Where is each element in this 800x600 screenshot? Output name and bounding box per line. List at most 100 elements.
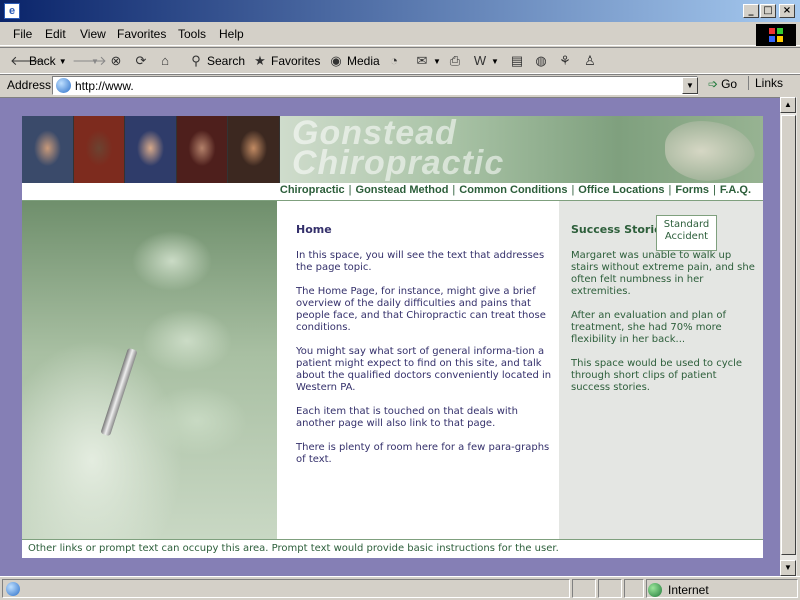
banner-logo-text: Gonstead Chiropractic <box>292 116 505 182</box>
staff-photo-strip <box>22 116 280 183</box>
forward-button[interactable]: 🡒 ▼ <box>72 53 107 69</box>
nav-separator: | <box>348 184 352 196</box>
back-dropdown-icon[interactable]: ▼ <box>59 57 67 66</box>
vertical-scrollbar[interactable]: ▲ ▼ <box>780 97 797 576</box>
forward-dropdown-icon[interactable]: ▼ <box>91 57 99 66</box>
search-icon: ⚲ <box>191 53 201 68</box>
forward-arrow-icon: 🡒 <box>72 53 107 68</box>
nav-separator: | <box>452 184 456 196</box>
nav-office-locations[interactable]: Office Locations <box>578 184 664 196</box>
messenger-icon: ◍ <box>535 53 547 68</box>
menu-help[interactable]: Help <box>219 27 244 41</box>
search-label: Search <box>207 54 246 68</box>
dropdown-item-accident[interactable]: Accident <box>657 231 716 243</box>
address-bar: Address http://www. <box>0 74 800 96</box>
print-button[interactable]: ⎙ <box>447 53 463 69</box>
address-dropdown-button[interactable]: ▼ <box>682 77 698 94</box>
maximize-button[interactable]: □ <box>760 4 776 18</box>
mail-dropdown-icon[interactable]: ▼ <box>433 57 441 66</box>
go-button[interactable]: ➩ Go <box>708 77 737 91</box>
back-arrow-icon: 🡐 <box>10 53 45 68</box>
discuss-icon: ▤ <box>510 53 524 68</box>
refresh-button[interactable]: ⟳ <box>133 53 149 69</box>
sidebar-title: Success Stories <box>571 223 669 236</box>
discuss-button[interactable]: ▤ <box>509 53 525 69</box>
menu-tools[interactable]: Tools <box>178 27 206 41</box>
back-button[interactable]: 🡐 Back ▼ <box>10 53 67 69</box>
nav-faq[interactable]: F.A.Q. <box>720 184 751 196</box>
main-paragraph: There is plenty of room here for a few p… <box>296 442 550 465</box>
stop-button[interactable]: ⊗ <box>108 53 124 69</box>
story-paragraph: After an evaluation and plan of treatmen… <box>571 310 727 345</box>
status-pane <box>598 579 622 598</box>
face-photo <box>22 116 74 183</box>
edit-dropdown-icon[interactable]: ▼ <box>491 57 499 66</box>
address-input[interactable]: http://www. <box>52 76 698 95</box>
page-icon <box>56 78 71 93</box>
nav-separator: | <box>712 184 716 196</box>
person-button[interactable]: ♙ <box>582 53 598 69</box>
minimize-button[interactable]: _ <box>743 4 759 18</box>
menu-edit[interactable]: Edit <box>45 27 66 41</box>
scroll-thumb[interactable] <box>781 115 796 555</box>
menu-favorites[interactable]: Favorites <box>117 27 166 41</box>
main-paragraph: The Home Page, for instance, might give … <box>296 286 546 333</box>
search-button[interactable]: ⚲ Search <box>188 53 245 69</box>
media-button[interactable]: ◉ Media <box>328 53 380 69</box>
back-label: Back <box>29 54 56 68</box>
favorites-button[interactable]: ★ Favorites <box>252 53 320 69</box>
menu-bar: File Edit View Favorites Tools Help <box>0 22 800 46</box>
favorites-icon: ★ <box>254 53 266 68</box>
scroll-down-button[interactable]: ▼ <box>780 560 796 576</box>
hands-image <box>665 121 755 181</box>
page-title: Home <box>296 223 332 236</box>
edit-button[interactable]: W ▼ <box>472 53 499 69</box>
links-button[interactable]: Links <box>748 76 783 90</box>
footer-text: Other links or prompt text can occupy th… <box>28 543 559 554</box>
success-stories-panel: Success Stories Margaret was unable to w… <box>559 201 763 539</box>
media-label: Media <box>347 54 380 68</box>
face-photo <box>125 116 177 183</box>
mail-button[interactable]: ✉ ▼ <box>414 53 441 69</box>
nav-chiropractic[interactable]: Chiropractic <box>280 184 345 196</box>
pen-image <box>100 347 138 437</box>
nav-gonstead-method[interactable]: Gonstead Method <box>356 184 449 196</box>
print-icon: ⎙ <box>449 53 461 68</box>
messenger-button[interactable]: ◍ <box>533 53 549 69</box>
refresh-icon: ⟳ <box>135 53 147 68</box>
nav-common-conditions[interactable]: Common Conditions <box>459 184 567 196</box>
history-icon: ◔ <box>390 53 398 68</box>
research-button[interactable]: ⚘ <box>557 53 573 69</box>
page-footer: Other links or prompt text can occupy th… <box>22 539 763 558</box>
web-page: Gonstead Chiropractic Chiropractic | Gon… <box>22 116 763 558</box>
status-pane <box>572 579 596 598</box>
address-url[interactable]: http://www. <box>75 79 134 93</box>
page-status-icon <box>6 582 20 596</box>
face-photo <box>73 116 126 183</box>
main-content: Home In this space, you will see the tex… <box>277 201 559 539</box>
scroll-up-button[interactable]: ▲ <box>780 97 796 113</box>
ie-icon: e <box>4 3 20 19</box>
nav-forms[interactable]: Forms <box>675 184 709 196</box>
nav-separator: | <box>571 184 575 196</box>
menu-view[interactable]: View <box>80 27 106 41</box>
main-nav: Chiropractic | Gonstead Method | Common … <box>22 183 763 200</box>
main-paragraph: You might say what sort of general infor… <box>296 346 552 393</box>
title-bar: e _ □ × <box>0 0 800 22</box>
close-button[interactable]: × <box>779 4 795 18</box>
word-edit-icon: W <box>473 53 487 68</box>
home-button[interactable]: ⌂ <box>157 53 173 69</box>
go-arrow-icon: ➩ <box>708 77 719 91</box>
main-paragraph: In this space, you will see the text tha… <box>296 250 545 273</box>
stop-icon: ⊗ <box>110 53 122 68</box>
mail-icon: ✉ <box>416 53 428 68</box>
forms-dropdown-menu: Standard Accident <box>656 215 717 251</box>
status-pane <box>624 579 644 598</box>
xray-image <box>22 201 277 539</box>
menu-file[interactable]: File <box>13 27 32 41</box>
story-paragraph: Margaret was unable to walk up stairs wi… <box>571 250 755 297</box>
history-button[interactable]: ◔ <box>386 53 402 69</box>
dropdown-item-standard[interactable]: Standard <box>657 219 716 231</box>
home-icon: ⌂ <box>161 53 169 68</box>
research-icon: ⚘ <box>559 53 571 68</box>
